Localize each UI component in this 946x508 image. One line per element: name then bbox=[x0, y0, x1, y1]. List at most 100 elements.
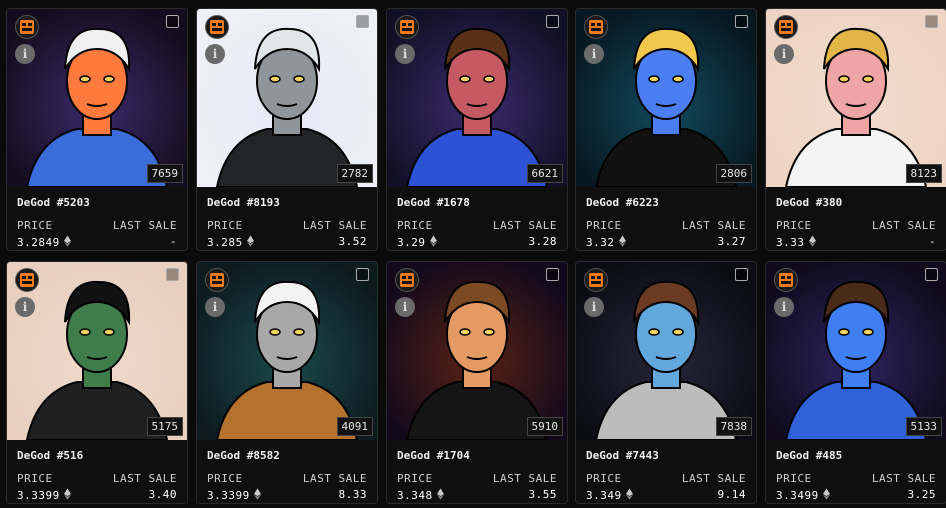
last-sale-label: LAST SALE bbox=[112, 472, 177, 485]
nft-card[interactable]: i 7659 DeGod #5203 PRICE LAST SALE 3.284… bbox=[6, 8, 188, 251]
select-checkbox[interactable] bbox=[546, 15, 559, 28]
bl-badge-icon bbox=[774, 15, 798, 39]
token-id-badge: 8123 bbox=[905, 164, 942, 183]
nft-card[interactable]: i 5133 DeGod #485 PRICE LAST SALE 3.3499… bbox=[765, 261, 946, 504]
bl-badge-icon bbox=[205, 268, 229, 292]
bl-badge-icon bbox=[774, 268, 798, 292]
eth-icon bbox=[63, 488, 71, 503]
nft-name: DeGod #516 bbox=[17, 449, 84, 462]
label-row: PRICE LAST SALE bbox=[397, 472, 557, 485]
select-checkbox[interactable] bbox=[735, 268, 748, 281]
value-row: 3.3499 3.25 bbox=[776, 488, 936, 503]
select-checkbox[interactable] bbox=[735, 15, 748, 28]
nft-card[interactable]: i 5175 DeGod #516 PRICE LAST SALE 3.3399… bbox=[6, 261, 188, 504]
last-sale-label: LAST SALE bbox=[302, 472, 367, 485]
price-label: PRICE bbox=[776, 219, 812, 232]
card-meta: DeGod #8582 PRICE LAST SALE 3.3399 8.33 bbox=[197, 440, 377, 503]
nft-name: DeGod #5203 bbox=[17, 196, 90, 209]
select-checkbox[interactable] bbox=[356, 268, 369, 281]
nft-name: DeGod #6223 bbox=[586, 196, 659, 209]
nft-image[interactable]: i 5133 bbox=[766, 262, 946, 440]
token-id-badge: 7659 bbox=[146, 164, 183, 183]
label-row: PRICE LAST SALE bbox=[776, 472, 936, 485]
value-row: 3.33 - bbox=[776, 235, 936, 250]
card-meta: DeGod #1704 PRICE LAST SALE 3.348 3.55 bbox=[387, 440, 567, 503]
label-row: PRICE LAST SALE bbox=[207, 472, 367, 485]
bl-badge-icon bbox=[584, 268, 608, 292]
nft-image[interactable]: i 2806 bbox=[576, 9, 756, 187]
info-icon[interactable]: i bbox=[774, 297, 794, 317]
eth-icon bbox=[63, 235, 71, 250]
price-amount: 3.3399 bbox=[17, 489, 60, 502]
token-id-badge: 5133 bbox=[905, 417, 942, 436]
select-checkbox[interactable] bbox=[925, 268, 938, 281]
label-row: PRICE LAST SALE bbox=[586, 219, 746, 232]
nft-name: DeGod #1704 bbox=[397, 449, 470, 462]
last-sale-label: LAST SALE bbox=[871, 219, 936, 232]
nft-image[interactable]: i 5175 bbox=[7, 262, 187, 440]
token-id-badge: 4091 bbox=[336, 417, 373, 436]
bl-badge-icon bbox=[15, 268, 39, 292]
nft-image[interactable]: i 2782 bbox=[197, 9, 377, 187]
last-sale-label: LAST SALE bbox=[871, 472, 936, 485]
info-icon[interactable]: i bbox=[395, 44, 415, 64]
value-row: 3.3399 8.33 bbox=[207, 488, 367, 503]
nft-image[interactable]: i 5910 bbox=[387, 262, 567, 440]
info-icon[interactable]: i bbox=[774, 44, 794, 64]
nft-image[interactable]: i 8123 bbox=[766, 9, 946, 187]
price-amount: 3.33 bbox=[776, 236, 805, 249]
last-sale-value: 3.25 bbox=[907, 488, 936, 501]
nft-image[interactable]: i 7838 bbox=[576, 262, 756, 440]
price-label: PRICE bbox=[207, 472, 243, 485]
info-icon[interactable]: i bbox=[15, 44, 35, 64]
nft-card[interactable]: i 2806 DeGod #6223 PRICE LAST SALE 3.32 … bbox=[575, 8, 757, 251]
price-amount: 3.3499 bbox=[776, 489, 819, 502]
card-meta: DeGod #7443 PRICE LAST SALE 3.349 9.14 bbox=[576, 440, 756, 503]
price-label: PRICE bbox=[586, 219, 622, 232]
token-id-badge: 2806 bbox=[715, 164, 752, 183]
card-meta: DeGod #8193 PRICE LAST SALE 3.285 3.52 bbox=[197, 187, 377, 250]
nft-image[interactable]: i 6621 bbox=[387, 9, 567, 187]
info-icon[interactable]: i bbox=[205, 297, 225, 317]
info-icon[interactable]: i bbox=[15, 297, 35, 317]
nft-card[interactable]: i 2782 DeGod #8193 PRICE LAST SALE 3.285… bbox=[196, 8, 378, 251]
value-row: 3.349 9.14 bbox=[586, 488, 746, 503]
nft-name: DeGod #7443 bbox=[586, 449, 659, 462]
token-id-badge: 6621 bbox=[526, 164, 563, 183]
nft-name: DeGod #485 bbox=[776, 449, 843, 462]
nft-card[interactable]: i 5910 DeGod #1704 PRICE LAST SALE 3.348… bbox=[386, 261, 568, 504]
nft-card[interactable]: i 4091 DeGod #8582 PRICE LAST SALE 3.339… bbox=[196, 261, 378, 504]
info-icon[interactable]: i bbox=[205, 44, 225, 64]
select-checkbox[interactable] bbox=[166, 268, 179, 281]
nft-card[interactable]: i 6621 DeGod #1678 PRICE LAST SALE 3.29 … bbox=[386, 8, 568, 251]
select-checkbox[interactable] bbox=[925, 15, 938, 28]
price-value: 3.349 bbox=[586, 488, 633, 503]
nft-image[interactable]: i 4091 bbox=[197, 262, 377, 440]
label-row: PRICE LAST SALE bbox=[586, 472, 746, 485]
eth-icon bbox=[822, 488, 830, 503]
price-value: 3.348 bbox=[397, 488, 444, 503]
price-value: 3.3399 bbox=[207, 488, 261, 503]
select-checkbox[interactable] bbox=[356, 15, 369, 28]
info-icon[interactable]: i bbox=[395, 297, 415, 317]
nft-name: DeGod #1678 bbox=[397, 196, 470, 209]
card-meta: DeGod #1678 PRICE LAST SALE 3.29 3.28 bbox=[387, 187, 567, 250]
last-sale-value: 3.52 bbox=[338, 235, 367, 248]
card-meta: DeGod #5203 PRICE LAST SALE 3.2849 - bbox=[7, 187, 187, 250]
nft-card[interactable]: i 8123 DeGod #380 PRICE LAST SALE 3.33 - bbox=[765, 8, 946, 251]
token-id-badge: 7838 bbox=[715, 417, 752, 436]
select-checkbox[interactable] bbox=[166, 15, 179, 28]
price-label: PRICE bbox=[776, 472, 812, 485]
info-icon[interactable]: i bbox=[584, 44, 604, 64]
select-checkbox[interactable] bbox=[546, 268, 559, 281]
eth-icon bbox=[246, 235, 254, 250]
label-row: PRICE LAST SALE bbox=[207, 219, 367, 232]
price-amount: 3.2849 bbox=[17, 236, 60, 249]
last-sale-label: LAST SALE bbox=[302, 219, 367, 232]
nft-image[interactable]: i 7659 bbox=[7, 9, 187, 187]
nft-card[interactable]: i 7838 DeGod #7443 PRICE LAST SALE 3.349… bbox=[575, 261, 757, 504]
last-sale-value: 3.40 bbox=[148, 488, 177, 501]
token-id-badge: 2782 bbox=[336, 164, 373, 183]
info-icon[interactable]: i bbox=[584, 297, 604, 317]
price-label: PRICE bbox=[397, 219, 433, 232]
